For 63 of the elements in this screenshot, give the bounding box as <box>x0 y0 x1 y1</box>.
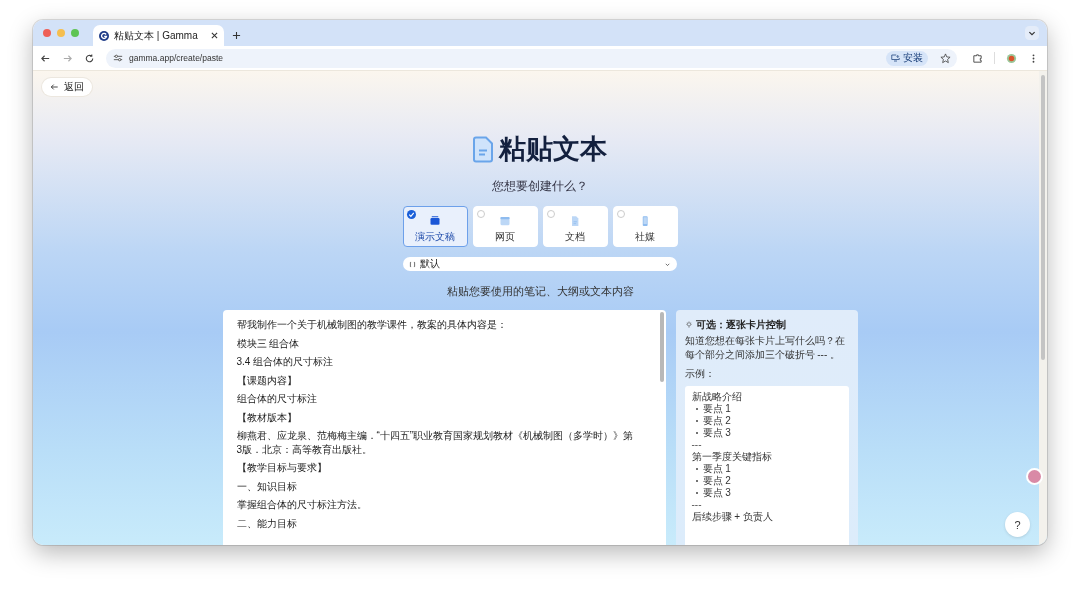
brackets-icon <box>409 260 416 268</box>
type-option[interactable]: 演示文稿 <box>402 206 468 247</box>
example-point: 要点 3 <box>702 426 731 440</box>
webpage-icon <box>499 215 511 227</box>
site-settings-icon[interactable] <box>113 53 123 63</box>
example-heading: 第一季度关键指标 <box>691 451 773 463</box>
tip-text: 知道您想在每张卡片上写什么吗？在每个部分之间添加三个破折号 --- 。 <box>684 334 846 362</box>
avatar-icon[interactable] <box>1026 468 1043 485</box>
example-heading: 后续步骤 + 负责人 <box>691 511 774 523</box>
install-app-icon <box>891 54 900 62</box>
text-line: 掌握组合体的尺寸标注方法。 <box>236 498 368 512</box>
example-point: 要点 1 <box>702 402 731 415</box>
profile-avatar-icon[interactable] <box>1006 52 1017 64</box>
back-button[interactable]: 返回 <box>42 78 92 96</box>
type-option[interactable]: 文档 <box>542 206 608 247</box>
close-icon[interactable] <box>211 32 218 39</box>
star-icon[interactable] <box>940 52 951 64</box>
tab-title: 粘贴文本 | Gamma <box>114 28 199 43</box>
separator-text: --- <box>691 439 703 451</box>
example-point: 要点 2 <box>702 414 731 427</box>
text-line: 【课题内容】 <box>236 373 298 387</box>
install-button[interactable]: 安装 <box>886 50 928 66</box>
example-label: 示例： <box>684 367 716 381</box>
chevron-down-icon[interactable] <box>1025 26 1039 40</box>
theme-dropdown[interactable]: 默认 <box>403 257 677 271</box>
section-heading: 粘贴您要使用的笔记、大纲或文本内容 <box>446 284 634 299</box>
scrollbar-thumb[interactable] <box>659 312 664 382</box>
reload-icon[interactable] <box>84 52 95 64</box>
example-point: 要点 2 <box>702 474 731 487</box>
text-line: 组合体的尺寸标注 <box>236 392 318 406</box>
type-option[interactable]: 社媒 <box>612 206 678 247</box>
text-line: 帮我制作一个关于机械制图的教学课件，教案的具体内容是： <box>236 318 508 332</box>
example-point: 要点 1 <box>702 462 731 475</box>
text-line: 【教学目标与要求】 <box>236 461 328 475</box>
close-window-icon[interactable] <box>43 29 51 37</box>
example-point: 要点 3 <box>702 486 731 500</box>
document-icon <box>473 135 493 163</box>
text-line: 【教材版本】 <box>236 410 298 424</box>
new-tab-icon[interactable] <box>232 31 241 40</box>
text-input-area[interactable]: 帮我制作一个关于机械制图的教学课件，教案的具体内容是： 模块三 组合体 3.4 组合体的尺寸标注 【课题内容】 组合体的尺寸标注 【教材版本】 柳燕君、应龙泉、范梅梅主编．“十四五”职业教育国家规划教材《机械制图（多学时）》第3版．北京：高等教育出版社。 【教学目标与要求】 一、知识目标 掌握组合体的尺寸标注方法。 二、能力目标 <box>222 310 666 545</box>
text-line: 模块三 组合体 <box>236 336 301 350</box>
g-logo-icon <box>99 30 109 41</box>
presentation-icon <box>429 215 441 227</box>
scrollbar-thumb[interactable] <box>1041 75 1045 360</box>
separator-text: --- <box>691 499 703 511</box>
help-button[interactable]: ? <box>1005 512 1030 537</box>
extensions-icon[interactable] <box>972 52 983 64</box>
tip-title: 可选：逐张卡片控制 <box>695 318 786 332</box>
page-title: 粘贴文本 <box>499 133 607 165</box>
text-line: 3.4 组合体的尺寸标注 <box>236 355 335 369</box>
document-icon <box>569 215 581 227</box>
address-bar[interactable]: gamma.app/create/paste 安装 <box>106 48 957 68</box>
text-line: 一、知识目标 <box>236 479 298 493</box>
example-heading: 新战略介绍 <box>691 391 743 403</box>
url-text: gamma.app/create/paste <box>129 53 224 63</box>
checked-radio-icon[interactable] <box>406 210 416 219</box>
lightbulb-icon <box>684 321 693 329</box>
type-option[interactable]: 网页 <box>472 206 538 247</box>
section-heading: 您想要创建什么？ <box>492 178 588 195</box>
browser-tab[interactable]: 粘贴文本 | Gamma <box>93 25 224 46</box>
text-line: 二、能力目标 <box>236 516 298 530</box>
arrow-left-icon <box>50 83 59 91</box>
text-line: 柳燕君、应龙泉、范梅梅主编．“十四五”职业教育国家规划教材《机械制图（多学时）》第3版．北京：高等教育出版社。 <box>236 429 635 456</box>
